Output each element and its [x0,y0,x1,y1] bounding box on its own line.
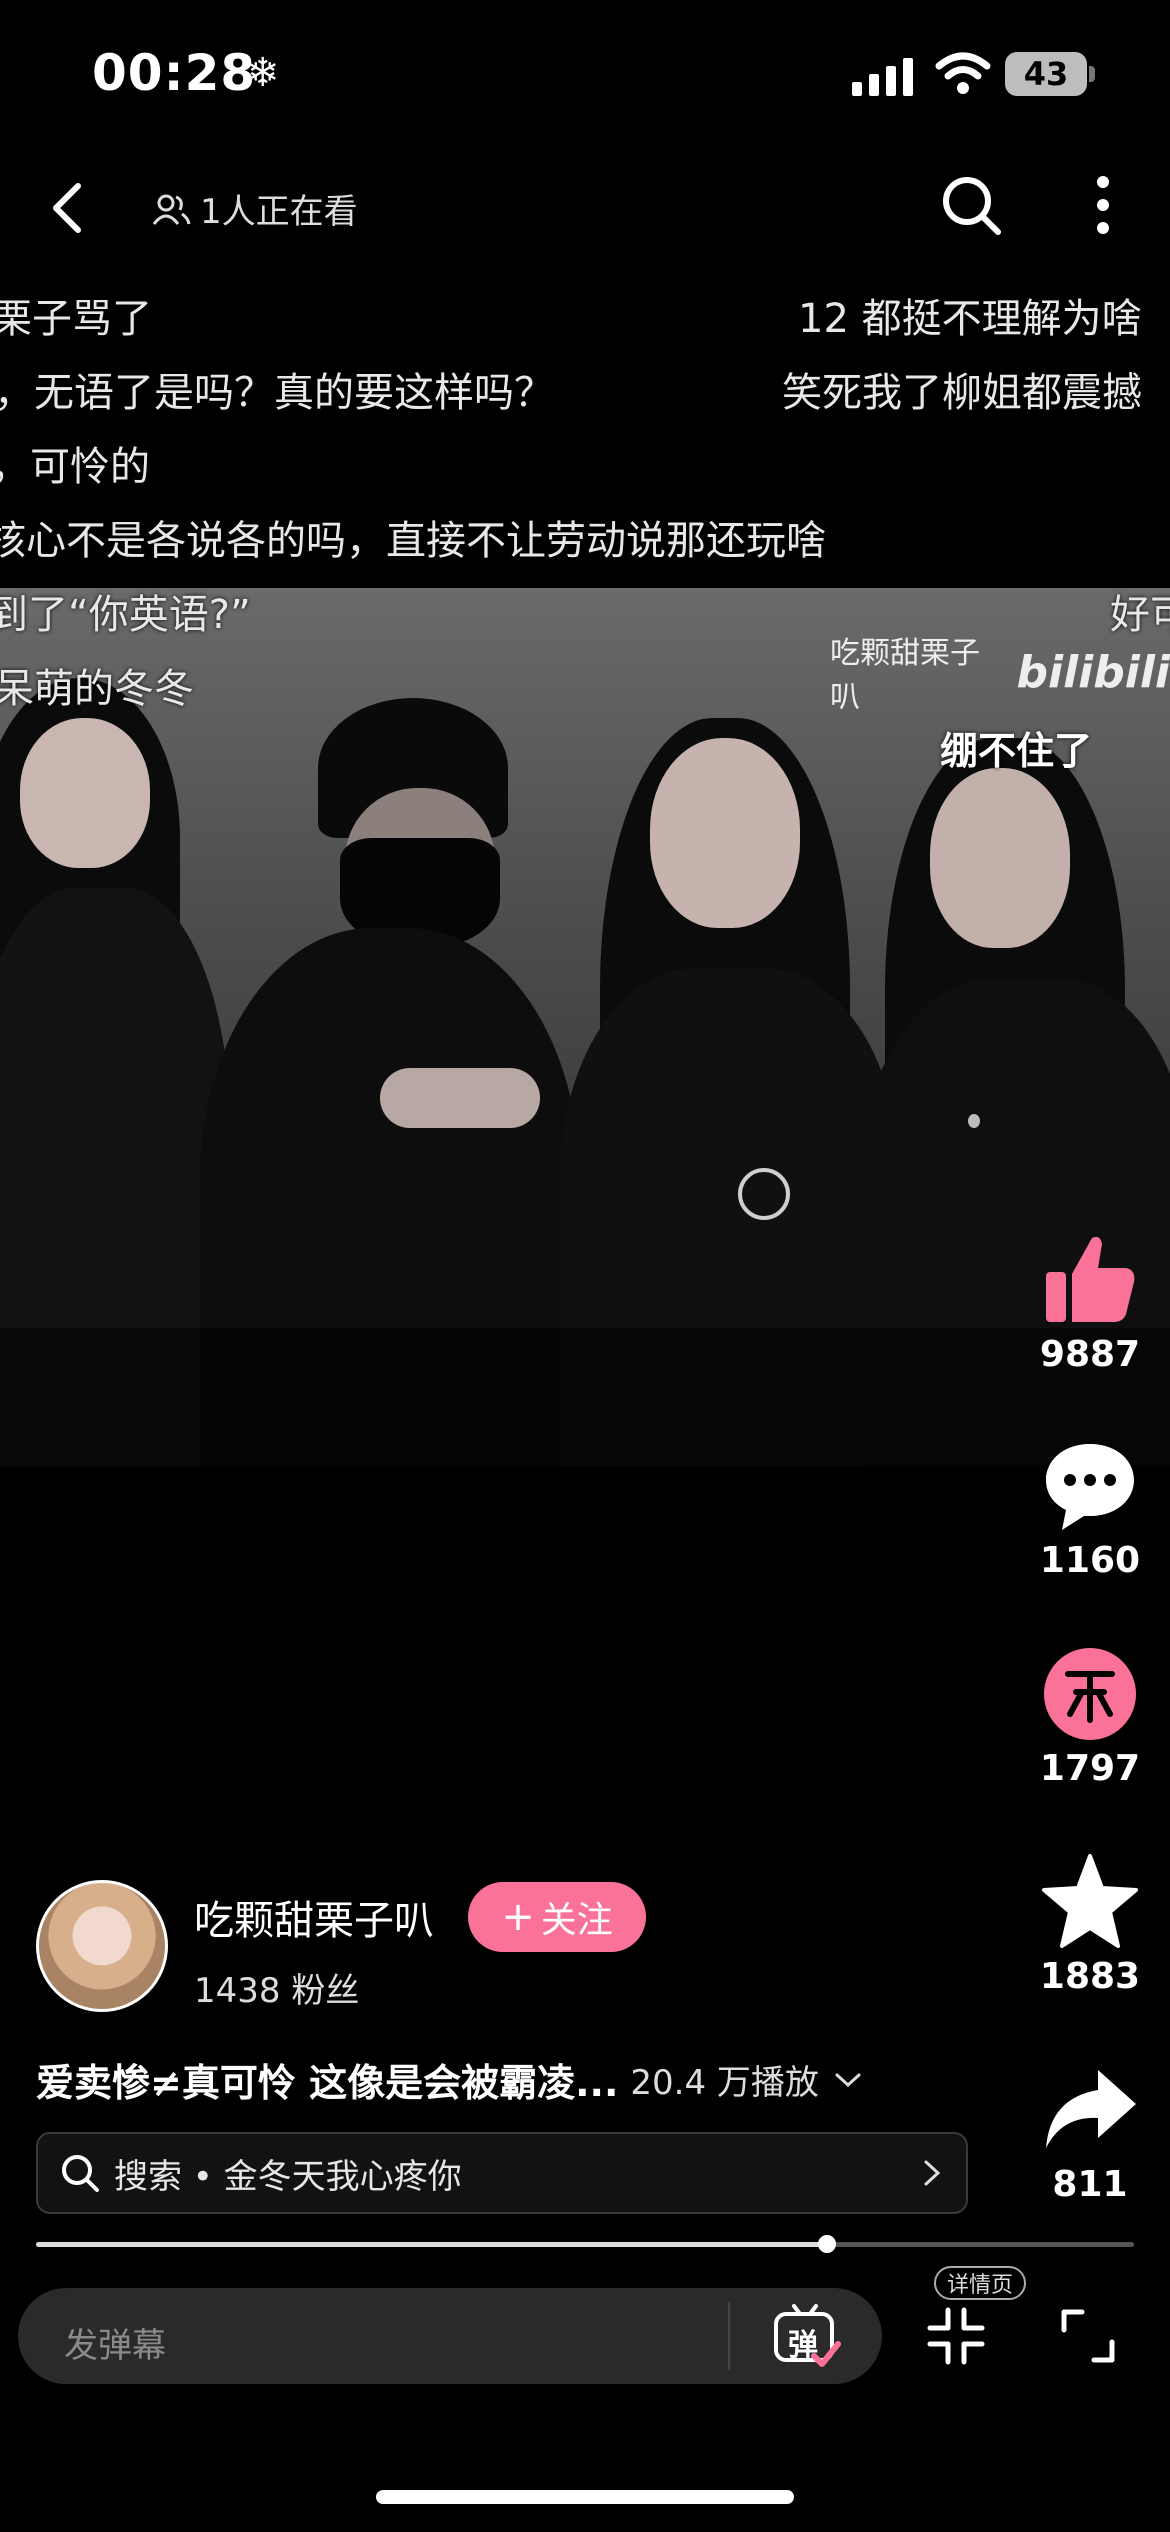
back-button[interactable] [40,178,100,238]
coin-icon [1044,1648,1136,1740]
share-arrow-icon [1046,2070,1136,2148]
progress-knob[interactable] [818,2235,836,2253]
share-button[interactable]: 811 [1020,2060,1160,2205]
video-title: 爱卖惨≠真可怜 这像是会被霸凌... [36,2061,619,2105]
fans-count: 1438 粉丝 [194,1971,360,2011]
like-button[interactable]: 9887 [1020,1230,1160,1375]
cellular-signal-icon [852,56,913,96]
comment-count: 1160 [1039,1540,1141,1581]
viewer-count-text: 1人正在看 [200,192,358,232]
shrink-icon[interactable] [926,2306,986,2366]
related-search-text: 搜索 • 金冬天我心疼你 [114,2156,462,2197]
uploader-avatar[interactable] [36,1880,168,2012]
video-player[interactable]: 吃颗甜栗子叭 bilibili 绷不住了 [0,588,1170,1466]
search-button[interactable] [938,172,1004,238]
coin-count: 1797 [1039,1748,1141,1789]
search-icon [62,2155,99,2192]
star-icon [1042,1854,1138,1948]
viewer-count: 1人正在看 [152,184,358,233]
danmaku-item: 核心不是各说各的吗，直接不让劳动说那还玩啥 [0,518,826,564]
danmaku-item: 12 都挺不理解为啥 [798,296,1142,342]
danmaku-item: ，无语了是吗？真的要这样吗？ [0,370,554,416]
danmaku-item: 好可 [1110,592,1170,638]
comment-bubble-icon [1046,1444,1134,1530]
divider [728,2302,730,2370]
danmaku-toggle-button[interactable]: 弹 [770,2300,842,2372]
video-title-row[interactable]: 爱卖惨≠真可怜 这像是会被霸凌... 20.4 万播放 [36,2052,865,2107]
danmaku-input-placeholder: 发弹幕 [64,2326,166,2366]
danmaku-toggle-label: 弹 [788,2328,818,2363]
chevron-right-icon [924,2160,941,2186]
battery-nub [1089,66,1095,82]
favorite-count: 1883 [1039,1956,1141,1997]
danmaku-item: 栗子骂了 [0,296,152,342]
uploader-name[interactable]: 吃颗甜栗子叭 [194,1888,434,1946]
status-time: 00:28 [92,44,257,102]
thumbs-up-icon [1046,1236,1135,1322]
danmaku-item: 笑死我了柳姐都震撼 [782,370,1142,416]
related-search-bar[interactable]: 搜索 • 金冬天我心疼你 [36,2132,968,2214]
play-count: 20.4 万播放 [630,2063,819,2103]
snowflake-icon: ❄ [246,50,280,96]
favorite-button[interactable]: 1883 [1020,1852,1160,1997]
video-watermark: 吃颗甜栗子叭 bilibili [830,628,1170,716]
viewers-icon [152,194,191,225]
danmaku-item: 到了“你英语?” [0,592,251,638]
danmaku-item: 呆萌的冬冬 [0,666,194,712]
detail-page-label[interactable]: 详情页 [934,2266,1026,2300]
watermark-user: 吃颗甜栗子叭 [830,636,980,715]
comment-button[interactable]: 1160 [1020,1436,1160,1581]
more-options-button[interactable] [1078,172,1128,238]
follow-label: 关注 [540,1900,613,1941]
battery-indicator: 43 [1005,52,1087,96]
fullscreen-icon[interactable] [1060,2308,1116,2364]
progress-fill [36,2242,827,2247]
wifi-icon [935,52,991,94]
like-count: 9887 [1039,1334,1141,1375]
coin-button[interactable]: 1797 [1020,1644,1160,1789]
follow-button[interactable]: + 关注 [468,1882,646,1952]
bilibili-logo: bilibili [1016,646,1170,698]
home-indicator[interactable] [376,2490,794,2504]
danmaku-item: ，可怜的 [0,444,150,490]
share-count: 811 [1052,2164,1128,2205]
chevron-down-icon [835,2073,861,2087]
video-caption: 绷不住了 [940,729,1093,773]
plus-icon: + [501,1894,535,1940]
